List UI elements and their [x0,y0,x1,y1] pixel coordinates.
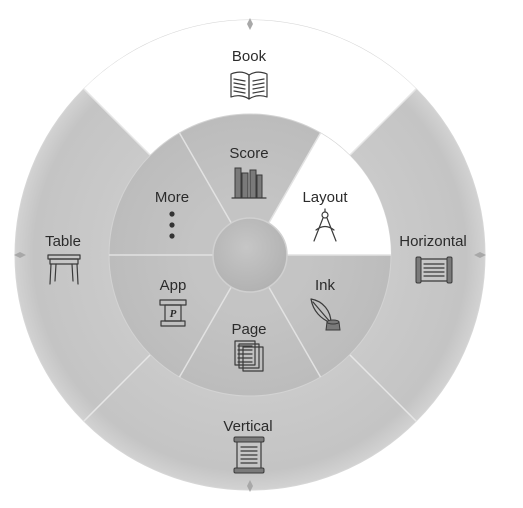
page-label: Page [231,321,266,338]
score-label: Score [229,145,268,162]
layout-label: Layout [302,189,348,206]
radial-menu: Book Horizontal Vertical Table Score Lay… [14,18,486,492]
center-hub[interactable] [212,217,288,293]
app-label: App [160,277,187,294]
horizontal-label: Horizontal [399,233,467,250]
vertical-label: Vertical [223,418,272,435]
table-label: Table [45,233,81,250]
more-label: More [155,189,189,206]
ink-label: Ink [315,277,336,294]
book-label: Book [232,48,267,65]
svg-text:P: P [170,308,177,320]
vertical-ellipsis-icon [169,211,175,239]
